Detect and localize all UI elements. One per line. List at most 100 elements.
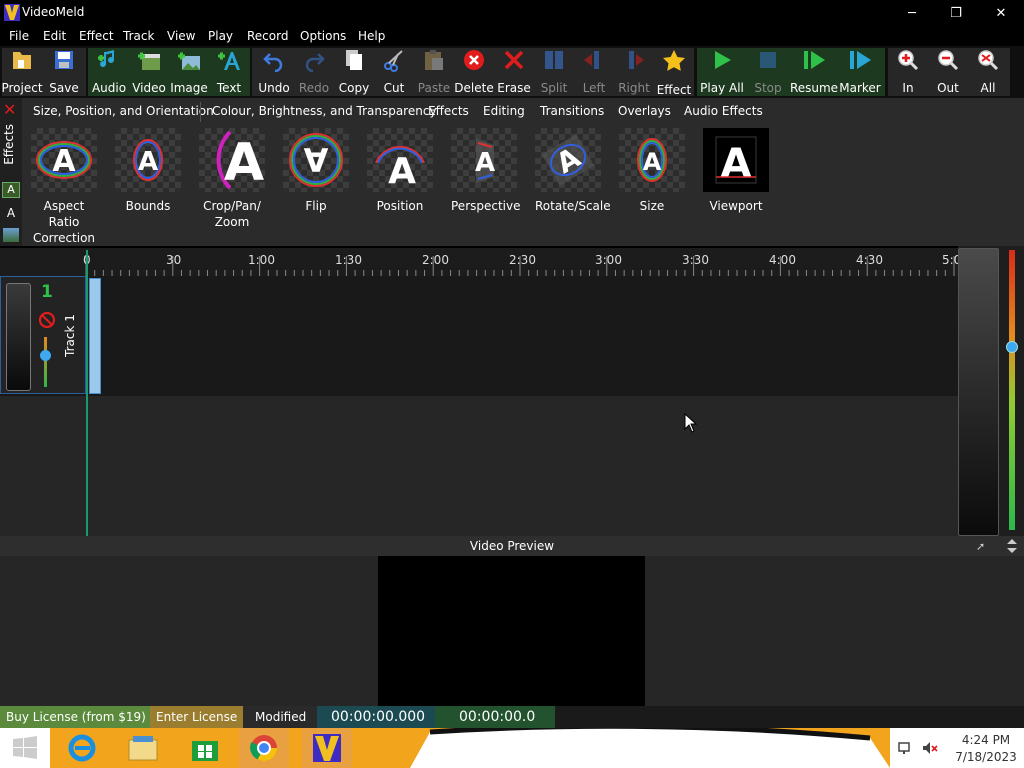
text-style-icon[interactable]: A <box>2 205 20 221</box>
tab-audio-effects[interactable]: Audio Effects <box>684 104 763 118</box>
effect-tile-aspect-ratio[interactable]: A Aspect Ratio Correction <box>31 128 97 246</box>
timeline-empty-area[interactable] <box>0 396 958 536</box>
effect-tile-rotate-scale[interactable]: A Rotate/Scale <box>535 128 611 214</box>
perspective-icon: A <box>451 128 517 192</box>
track-name: Track 1 <box>63 314 77 358</box>
menu-record[interactable]: Record <box>247 29 288 43</box>
tab-overlays[interactable]: Overlays <box>618 104 671 118</box>
master-volume-knob[interactable] <box>1006 341 1018 353</box>
timeline-ruler[interactable]: 0 30 1:00 1:30 2:00 2:30 3:00 3:30 4:00 … <box>0 246 961 276</box>
cut-button[interactable]: Cut <box>374 46 414 95</box>
add-video-button[interactable]: Video <box>129 46 169 95</box>
play-all-button[interactable]: Play All <box>699 46 745 95</box>
undo-button[interactable]: Undo <box>254 46 294 95</box>
track-clip[interactable] <box>89 278 101 394</box>
copy-button[interactable]: Copy <box>334 46 374 95</box>
resume-button[interactable]: Resume <box>790 46 838 95</box>
close-button[interactable]: ✕ <box>978 0 1024 26</box>
menu-help[interactable]: Help <box>358 29 385 43</box>
close-effects-icon[interactable]: ✕ <box>3 100 16 119</box>
erase-button[interactable]: Erase <box>494 46 534 95</box>
zoom-out-button[interactable]: Out <box>930 46 966 95</box>
move-left-button[interactable]: Left <box>574 46 614 95</box>
network-icon[interactable] <box>898 740 914 756</box>
menu-view[interactable]: View <box>167 29 195 43</box>
restore-icon: ❐ <box>950 5 962 21</box>
taskbar-store[interactable] <box>180 728 230 768</box>
project-button[interactable]: Project <box>1 46 43 95</box>
effect-button[interactable]: Effect <box>654 46 694 97</box>
menu-options[interactable]: Options <box>300 29 346 43</box>
clock-date[interactable]: 7/18/2023 <box>950 750 1022 764</box>
restore-button[interactable]: ❐ <box>933 0 979 26</box>
effect-tile-bounds[interactable]: A Bounds <box>115 128 181 214</box>
delete-button[interactable]: Delete <box>454 46 494 95</box>
svg-text:A: A <box>224 133 264 192</box>
effect-tile-perspective[interactable]: A Perspective <box>451 128 521 214</box>
add-image-button[interactable]: Image <box>169 46 209 95</box>
tab-colour-brightness-transparency[interactable]: Colour, Brightness, and Transparency <box>212 104 437 118</box>
zoom-all-button[interactable]: All <box>970 46 1006 95</box>
video-preview-header: Video Preview <box>0 536 1024 556</box>
add-video-icon <box>135 48 163 72</box>
clock-time[interactable]: 4:24 PM <box>952 733 1020 747</box>
effect-tile-flip[interactable]: A Flip <box>283 128 349 214</box>
track-volume-knob[interactable] <box>40 350 51 361</box>
stop-button[interactable]: Stop <box>748 46 788 95</box>
marker-button[interactable]: Marker <box>838 46 882 95</box>
taskbar-explorer[interactable] <box>118 728 168 768</box>
minimize-button[interactable]: ─ <box>889 0 935 26</box>
move-right-button[interactable]: Right <box>614 46 654 95</box>
add-audio-button[interactable]: Audio <box>89 46 129 95</box>
enter-license-button[interactable]: Enter License <box>150 706 243 728</box>
position-icon: A <box>367 128 433 192</box>
playhead[interactable] <box>86 250 88 536</box>
ruler-label: 2:00 <box>422 253 449 267</box>
zoom-in-button[interactable]: In <box>890 46 926 95</box>
ruler-label: 3:00 <box>595 253 622 267</box>
delete-icon <box>460 48 488 72</box>
taskbar-chrome[interactable] <box>239 728 289 768</box>
save-button[interactable]: Save <box>44 46 84 95</box>
effect-tile-crop-pan-zoom[interactable]: A Crop/Pan/ Zoom <box>199 128 265 230</box>
taskbar-videomeld[interactable] <box>302 728 352 768</box>
video-preview-screen[interactable] <box>378 556 645 706</box>
move-left-icon <box>580 48 608 72</box>
add-text-button[interactable]: Text <box>209 46 249 95</box>
split-button[interactable]: Split <box>534 46 574 95</box>
track-lane[interactable] <box>0 276 958 396</box>
tab-effects[interactable]: Effects <box>428 104 469 118</box>
add-image-icon <box>175 48 203 72</box>
track-header[interactable]: 1 Track 1 <box>0 276 86 394</box>
menu-play[interactable]: Play <box>208 29 233 43</box>
resize-panel-icon[interactable] <box>1004 538 1020 554</box>
menu-file[interactable]: File <box>9 29 29 43</box>
master-volume-slider[interactable] <box>958 248 999 536</box>
image-effects-icon[interactable] <box>3 228 19 242</box>
effect-tile-viewport[interactable]: A Viewport <box>703 128 769 214</box>
start-button[interactable] <box>0 728 50 768</box>
pin-icon[interactable]: ➚ <box>976 540 990 554</box>
menu-track[interactable]: Track <box>123 29 154 43</box>
move-right-icon <box>620 48 648 72</box>
track-number: 1 <box>41 282 53 302</box>
effect-tile-position[interactable]: A Position <box>367 128 433 214</box>
mute-icon[interactable] <box>38 311 56 329</box>
store-icon <box>192 741 218 761</box>
paste-button[interactable]: Paste <box>414 46 454 95</box>
text-effects-icon[interactable]: A <box>2 182 20 198</box>
tab-size-position-orientation[interactable]: Size, Position, and Orientation <box>33 104 214 118</box>
volume-muted-icon[interactable] <box>922 740 938 756</box>
menu-edit[interactable]: Edit <box>43 29 66 43</box>
ruler-label: 3:30 <box>682 253 709 267</box>
tab-editing[interactable]: Editing <box>483 104 525 118</box>
taskbar-ie[interactable] <box>57 728 107 768</box>
redo-button[interactable]: Redo <box>294 46 334 95</box>
ruler-label: 4:00 <box>769 253 796 267</box>
viewport-icon: A <box>703 128 769 192</box>
track-volume-slider[interactable] <box>6 283 31 391</box>
effect-tile-size[interactable]: A Size <box>619 128 685 214</box>
tab-transitions[interactable]: Transitions <box>540 104 604 118</box>
buy-license-button[interactable]: Buy License (from $19) <box>0 706 150 728</box>
menu-effect[interactable]: Effect <box>79 29 114 43</box>
